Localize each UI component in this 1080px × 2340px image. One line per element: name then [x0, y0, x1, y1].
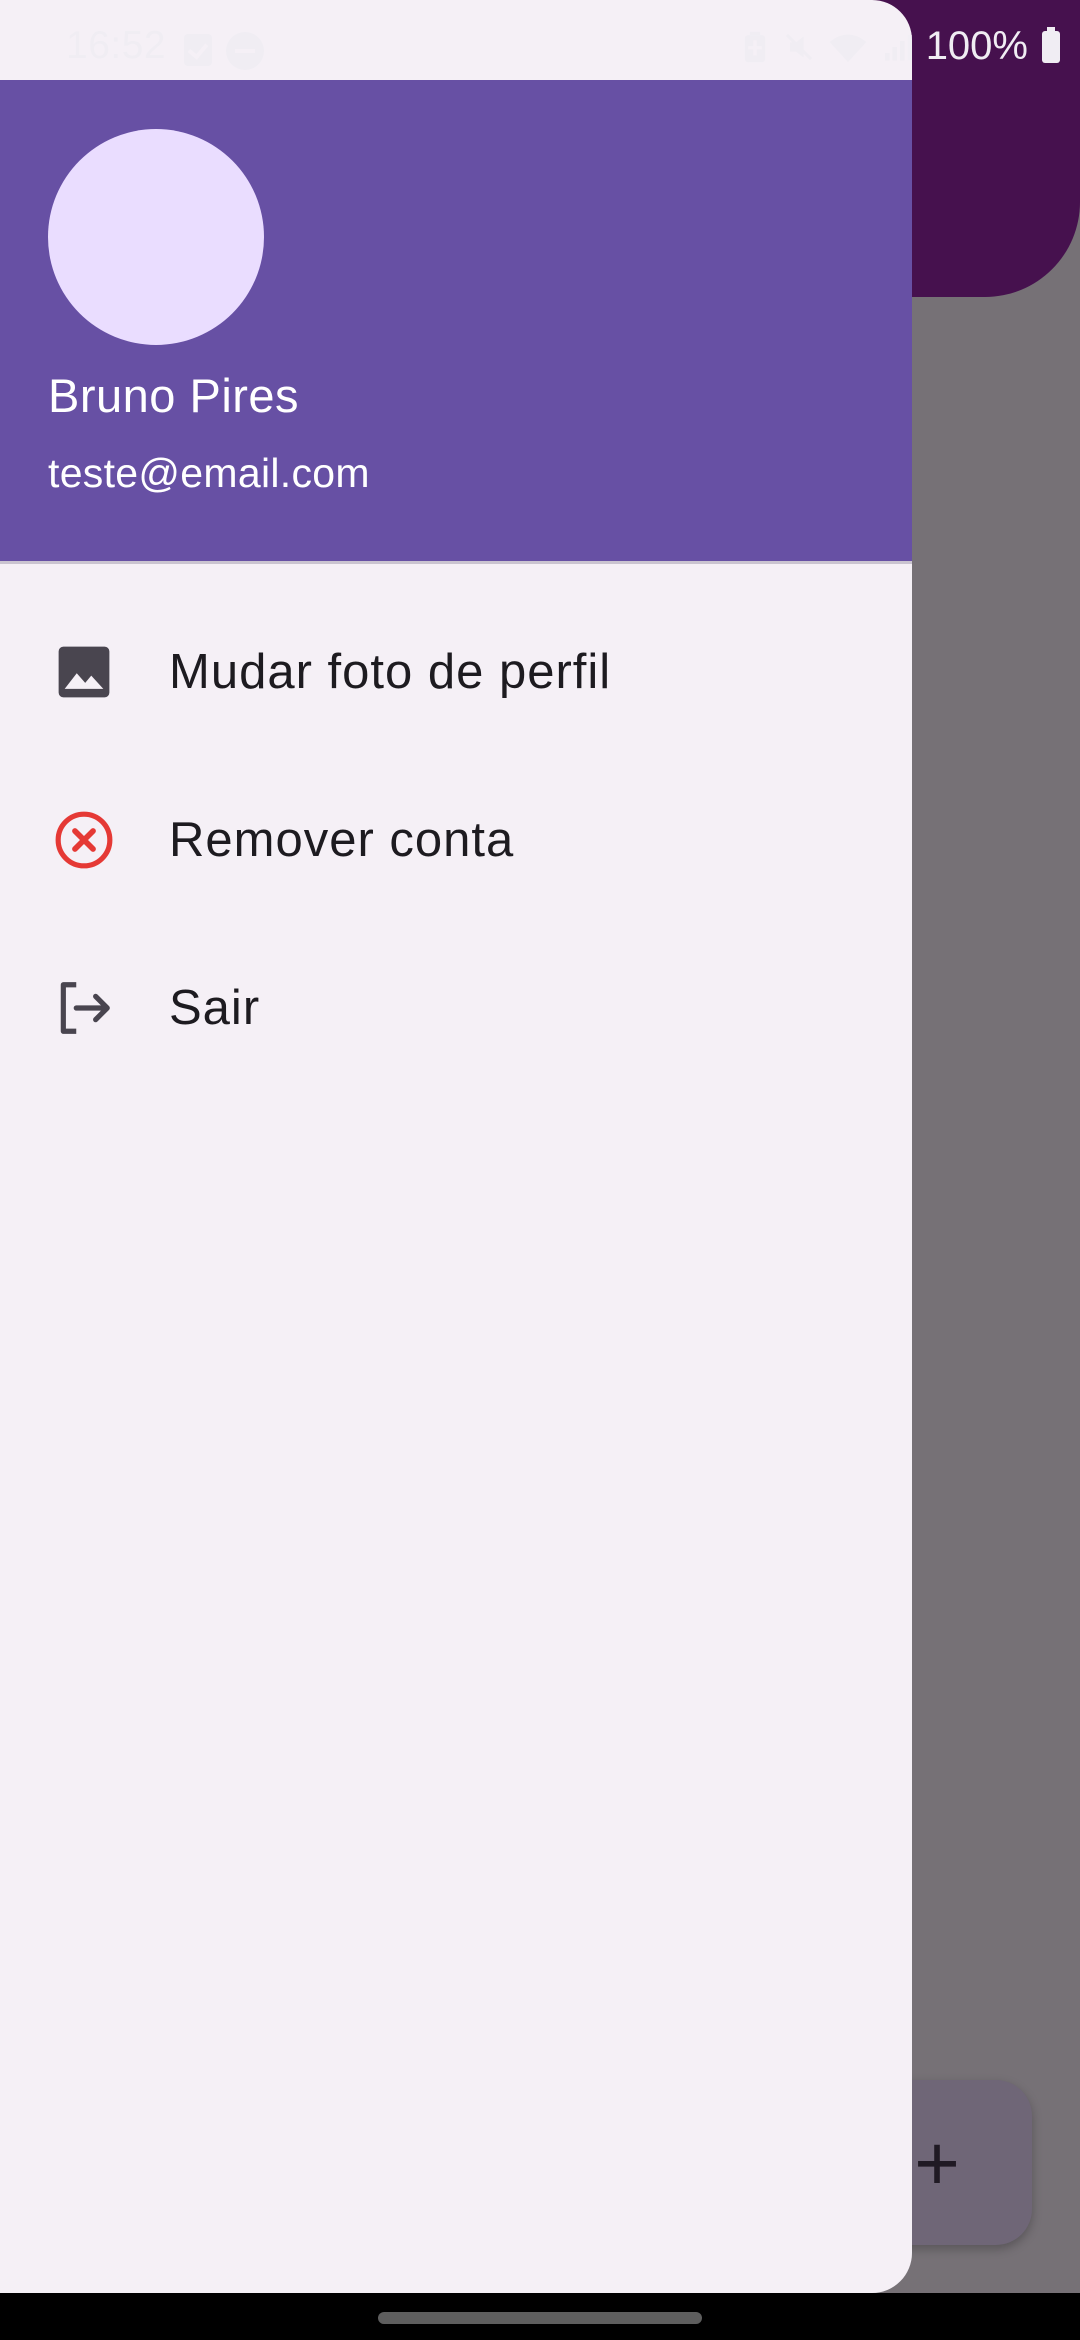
menu-item-change-photo[interactable]: Mudar foto de perfil — [0, 588, 912, 756]
task-notification-icon — [184, 34, 212, 66]
mute-icon — [785, 33, 812, 60]
menu-item-remove-account[interactable]: Remover conta — [0, 756, 912, 924]
battery-icon — [1042, 26, 1060, 63]
avatar[interactable] — [48, 129, 264, 345]
image-icon — [50, 638, 118, 706]
logout-icon — [50, 974, 118, 1042]
battery-level: 100% — [925, 24, 1028, 68]
do-not-disturb-icon — [226, 32, 264, 70]
wifi-icon — [829, 34, 867, 62]
navigation-drawer: Bruno Pires teste@email.com Mudar foto d… — [0, 0, 912, 2293]
account-name: Bruno Pires — [48, 369, 300, 422]
menu-item-label: Mudar foto de perfil — [169, 645, 612, 699]
menu-item-logout[interactable]: Sair — [0, 924, 912, 1092]
home-indicator[interactable] — [378, 2312, 702, 2324]
battery-saver-icon — [744, 31, 765, 62]
signal-icon — [884, 34, 912, 60]
status-icons: 100% — [740, 24, 1060, 69]
status-bar: 16:52 100% — [0, 0, 1080, 80]
account-email: teste@email.com — [48, 450, 370, 496]
cancel-icon — [50, 806, 118, 874]
header-divider — [0, 561, 912, 564]
menu-item-label: Remover conta — [169, 813, 515, 867]
menu-item-label: Sair — [169, 981, 261, 1035]
status-time: 16:52 — [66, 24, 167, 67]
